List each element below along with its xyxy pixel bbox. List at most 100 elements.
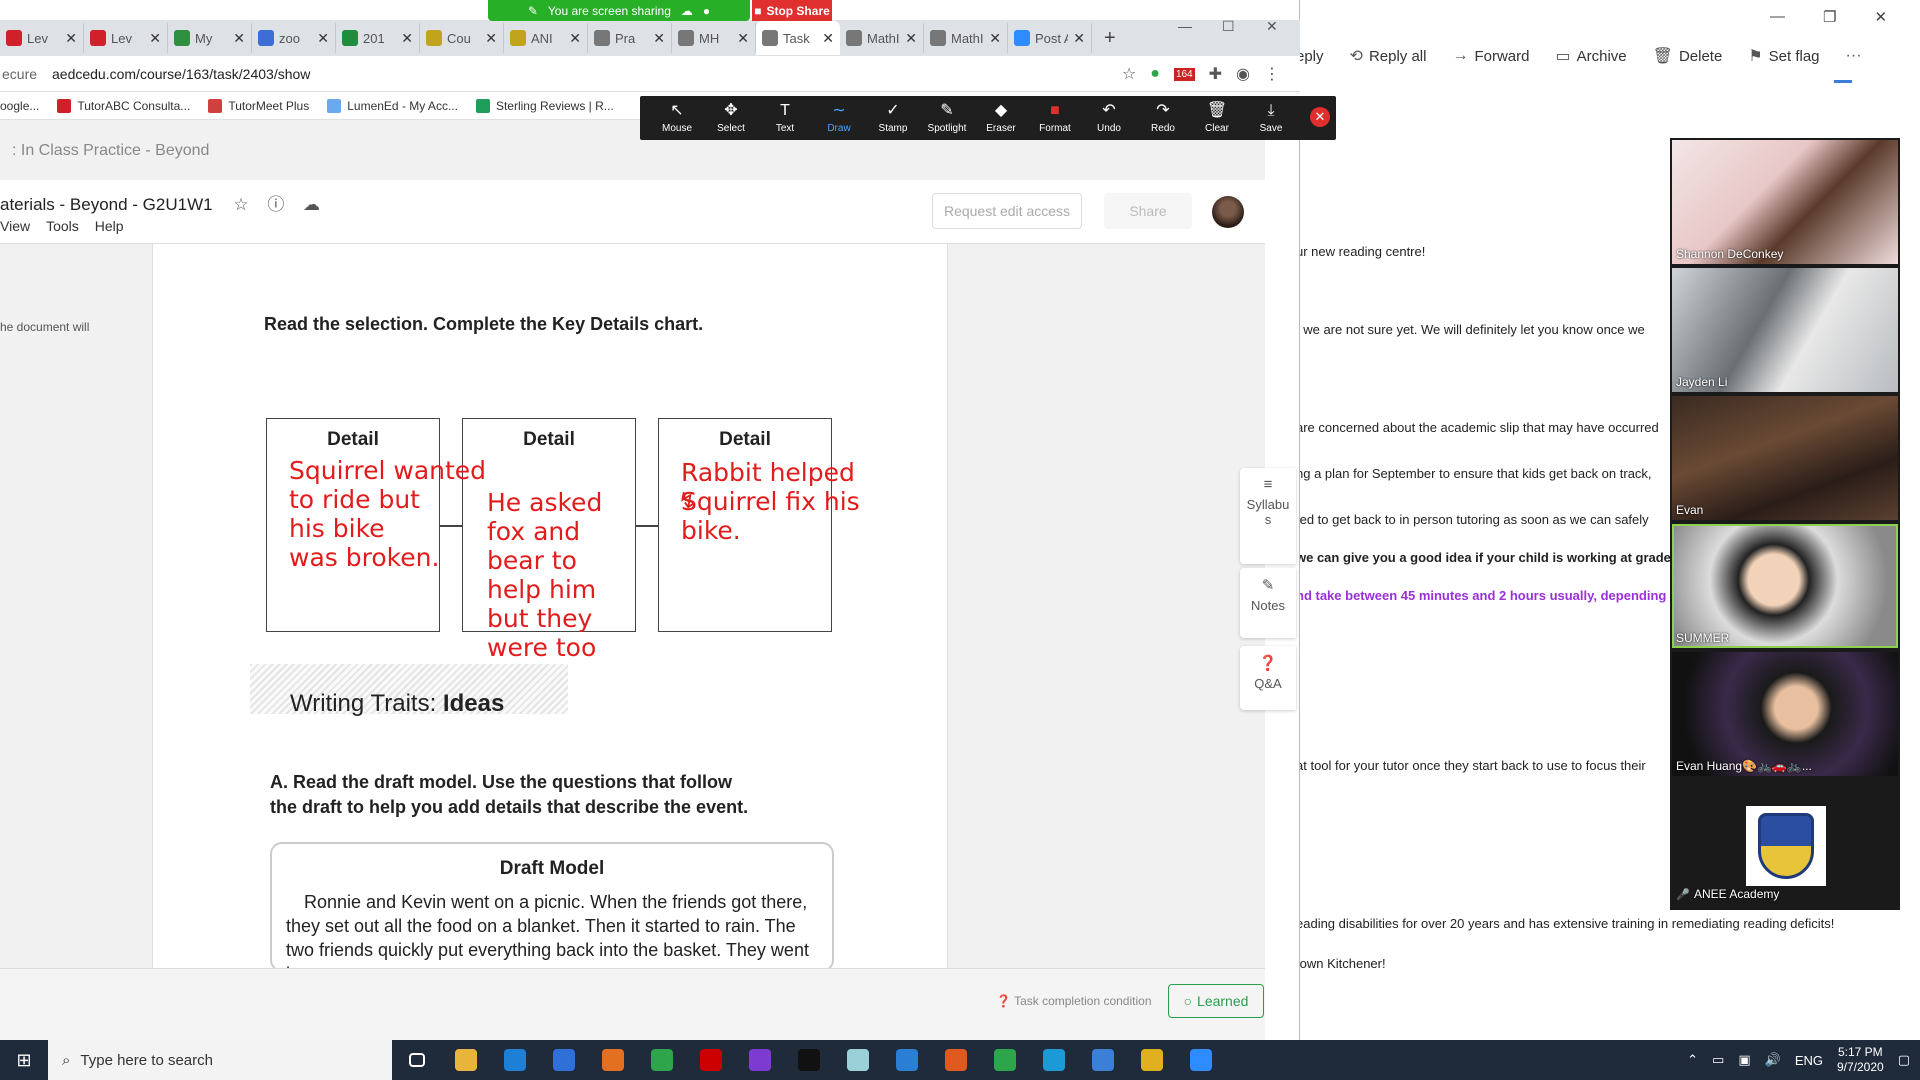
browser-tab[interactable]: MathInt ✕: [840, 23, 924, 53]
share-button[interactable]: Share: [1104, 193, 1192, 229]
browser-tab[interactable]: ANI ✕: [504, 23, 588, 53]
taskbar-bitdefender-icon[interactable]: [588, 1040, 637, 1080]
chevron-up-icon[interactable]: ⌃: [1687, 1052, 1698, 1068]
browser-maximize-icon[interactable]: ☐: [1222, 18, 1235, 35]
close-tab-icon[interactable]: ✕: [653, 30, 665, 47]
taskbar-app-icon[interactable]: [833, 1040, 882, 1080]
minimize-icon[interactable]: —: [1770, 8, 1785, 26]
close-tab-icon[interactable]: ✕: [822, 30, 834, 47]
close-tab-icon[interactable]: ✕: [401, 30, 413, 47]
taskbar-skype-icon[interactable]: [1029, 1040, 1078, 1080]
windows-start-icon[interactable]: ⊞: [0, 1040, 48, 1080]
restore-icon[interactable]: ❐: [1823, 8, 1836, 26]
annotation-tool-undo[interactable]: ↶ Undo: [1082, 102, 1136, 134]
url-field[interactable]: aedcedu.com/course/163/task/2403/show: [52, 66, 310, 82]
calendar-extension-icon[interactable]: 164: [1173, 67, 1195, 81]
avatar[interactable]: [1212, 196, 1244, 228]
menu-item-help[interactable]: Help: [95, 218, 124, 234]
annotation-tool-text[interactable]: T Text: [758, 102, 812, 134]
taskbar-search[interactable]: ⌕ Type here to search: [48, 1040, 392, 1080]
bookmark[interactable]: TutorABC Consulta...: [57, 98, 190, 113]
close-tab-icon[interactable]: ✕: [737, 30, 749, 47]
language-indicator[interactable]: ENG: [1795, 1053, 1823, 1068]
syllabus-tab[interactable]: ≡ Syllabu s: [1240, 468, 1296, 564]
close-tab-icon[interactable]: ✕: [905, 30, 917, 47]
close-tab-icon[interactable]: ✕: [485, 30, 497, 47]
stop-share-button[interactable]: ■ Stop Share: [752, 0, 832, 21]
annotation-tool-format[interactable]: ■ Format: [1028, 102, 1082, 134]
annotation-tool-save[interactable]: ⤓ Save: [1244, 102, 1298, 134]
close-tab-icon[interactable]: ✕: [233, 30, 245, 47]
bookmark[interactable]: LumenEd - My Acc...: [327, 98, 458, 113]
annotation-tool-clear[interactable]: 🗑 Clear: [1190, 102, 1244, 134]
evernote-extension-icon[interactable]: ●: [1150, 65, 1160, 83]
annotation-tool-select[interactable]: ✥ Select: [704, 102, 758, 134]
bookmark[interactable]: TutorMeet Plus: [208, 98, 309, 113]
browser-tab[interactable]: MH ✕: [672, 23, 756, 53]
taskbar-zoom-icon[interactable]: [1176, 1040, 1225, 1080]
annotation-tool-draw[interactable]: ∼ Draw: [812, 102, 866, 134]
browser-tab[interactable]: zoo ✕: [252, 23, 336, 53]
taskbar-file-explorer-icon[interactable]: [441, 1040, 490, 1080]
participant-video[interactable]: Evan Huang🎨🚲🚗🚲...: [1672, 652, 1898, 776]
menu-item-view[interactable]: View: [0, 218, 30, 234]
email-action-eply[interactable]: eply: [1296, 46, 1324, 66]
taskbar-store-icon[interactable]: [539, 1040, 588, 1080]
browser-tab[interactable]: Post Att ✕: [1008, 23, 1092, 53]
browser-tab[interactable]: Pra ✕: [588, 23, 672, 53]
bookmark[interactable]: oogle...: [0, 99, 39, 113]
breadcrumb[interactable]: : In Class Practice - Beyond: [12, 142, 209, 160]
security-indicator[interactable]: ecure: [0, 66, 48, 82]
battery-icon[interactable]: ▭: [1712, 1052, 1724, 1068]
participant-video[interactable]: SUMMER: [1672, 524, 1898, 648]
annotation-tool-eraser[interactable]: ◆ Eraser: [974, 102, 1028, 134]
participant-video[interactable]: Evan: [1672, 396, 1898, 520]
browser-tab[interactable]: MathInt ✕: [924, 23, 1008, 53]
learned-button[interactable]: ○ Learned: [1168, 984, 1264, 1018]
browser-tab[interactable]: Lev ✕: [0, 23, 84, 53]
participant-video[interactable]: Shannon DeConkey: [1672, 140, 1898, 264]
annotation-tool-stamp[interactable]: ✓ Stamp: [866, 102, 920, 134]
menu-item-tools[interactable]: Tools: [46, 218, 79, 234]
task-condition[interactable]: ❓ Task completion condition: [996, 994, 1152, 1008]
volume-icon[interactable]: 🔊: [1765, 1052, 1781, 1068]
browser-tab[interactable]: Lev ✕: [84, 23, 168, 53]
browser-tab[interactable]: My ✕: [168, 23, 252, 53]
taskbar-chat-icon[interactable]: [1078, 1040, 1127, 1080]
info-icon[interactable]: ⓘ: [267, 195, 284, 214]
browser-tab[interactable]: Task ✕: [756, 21, 840, 55]
annotation-tool-mouse[interactable]: ↖ Mouse: [650, 102, 704, 134]
close-tab-icon[interactable]: ✕: [1073, 30, 1085, 47]
email-action-delete[interactable]: 🗑 Delete: [1653, 46, 1723, 66]
bookmark[interactable]: Sterling Reviews | R...: [475, 98, 614, 113]
participant-video[interactable]: 🎤 ANEE Academy: [1672, 780, 1898, 904]
annotation-tool-spotlight[interactable]: ✎ Spotlight: [920, 102, 974, 134]
taskbar-mail-icon[interactable]: [882, 1040, 931, 1080]
email-action-forward[interactable]: → Forward: [1452, 46, 1529, 66]
email-action-more[interactable]: ···: [1846, 46, 1862, 66]
kebab-menu-icon[interactable]: ⋮: [1264, 64, 1280, 84]
request-edit-button[interactable]: Request edit access: [932, 193, 1082, 229]
close-annotation-icon[interactable]: ✕: [1310, 107, 1330, 127]
star-icon[interactable]: ☆: [1122, 64, 1136, 84]
new-tab-icon[interactable]: +: [1092, 27, 1128, 50]
cloud-icon[interactable]: ☁: [303, 195, 320, 214]
taskbar-evernote-icon[interactable]: [637, 1040, 686, 1080]
puzzle-icon[interactable]: ✚: [1209, 64, 1222, 84]
taskbar-chrome-icon[interactable]: [1127, 1040, 1176, 1080]
close-tab-icon[interactable]: ✕: [149, 30, 161, 47]
close-tab-icon[interactable]: ✕: [989, 30, 1001, 47]
qa-tab[interactable]: ❓ Q&A: [1240, 646, 1296, 710]
taskbar-evernote2-icon[interactable]: [980, 1040, 1029, 1080]
email-action-reply-all[interactable]: ⟲ Reply all: [1350, 46, 1427, 66]
close-tab-icon[interactable]: ✕: [65, 30, 77, 47]
browser-minimize-icon[interactable]: —: [1178, 18, 1192, 34]
taskbar-cnn-icon[interactable]: [686, 1040, 735, 1080]
participant-video[interactable]: Jayden Li: [1672, 268, 1898, 392]
clock[interactable]: 5:17 PM 9/7/2020: [1837, 1045, 1884, 1075]
close-tab-icon[interactable]: ✕: [569, 30, 581, 47]
taskbar-task-view-icon[interactable]: [392, 1040, 441, 1080]
browser-tab[interactable]: 201 ✕: [336, 23, 420, 53]
email-action-set-flag[interactable]: ⚑ Set flag: [1748, 46, 1819, 66]
close-icon[interactable]: ✕: [1874, 8, 1887, 26]
